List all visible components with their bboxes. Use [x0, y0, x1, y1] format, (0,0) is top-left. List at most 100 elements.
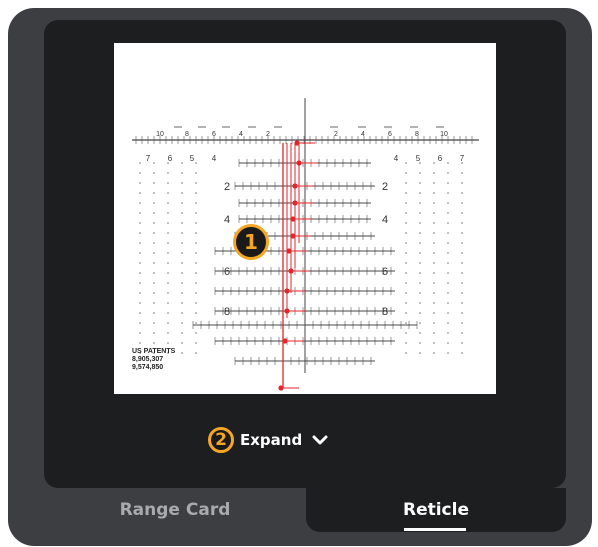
grid-dot [139, 262, 141, 264]
grid-dot [195, 332, 197, 334]
top-left-number: 6 [212, 131, 216, 138]
grid-dot [447, 252, 449, 254]
patent-line: US PATENTS [132, 348, 176, 355]
grid-dot [419, 292, 421, 294]
grid-dot [461, 322, 463, 324]
grid-dot [167, 332, 169, 334]
left-number: 5 [190, 154, 195, 163]
grid-dot [419, 272, 421, 274]
grid-dot [167, 172, 169, 174]
grid-dot [433, 272, 435, 274]
grid-dot [181, 252, 183, 254]
grid-dot [405, 182, 407, 184]
grid-dot [419, 332, 421, 334]
grid-dot [167, 232, 169, 234]
grid-dot [447, 272, 449, 274]
grid-dot [461, 162, 463, 164]
grid-dot [139, 272, 141, 274]
grid-dot [447, 352, 449, 354]
grid-dot [167, 162, 169, 164]
grid-dot [447, 182, 449, 184]
grid-dot [447, 342, 449, 344]
grid-dot [461, 252, 463, 254]
grid-dot [461, 352, 463, 354]
grid-dot [405, 232, 407, 234]
grid-dot [419, 182, 421, 184]
grid-dot [139, 302, 141, 304]
reticle-image: 10 8 6 4 2 2 4 6 8 10 7 6 5 4 4 5 6 7 2 2 4 4 6 6 8 8 [114, 43, 496, 394]
grid-dot [139, 322, 141, 324]
top-right-number: 2 [334, 131, 338, 138]
grid-dot [153, 322, 155, 324]
top-right-number: 6 [388, 131, 392, 138]
grid-dot [139, 202, 141, 204]
chevron-down-icon [312, 431, 328, 450]
grid-dot [433, 292, 435, 294]
grid-dot [139, 292, 141, 294]
grid-dot [447, 212, 449, 214]
grid-dot [153, 172, 155, 174]
grid-dot [405, 172, 407, 174]
grid-dot [447, 282, 449, 284]
grid-dot [461, 212, 463, 214]
right-number: 4 [394, 154, 399, 163]
grid-dot [139, 212, 141, 214]
grid-dot [419, 302, 421, 304]
grid-dot [181, 232, 183, 234]
grid-dot [195, 342, 197, 344]
grid-dot [181, 342, 183, 344]
grid-dot [181, 302, 183, 304]
grid-dot [167, 302, 169, 304]
grid-dot [153, 192, 155, 194]
grid-dot [181, 352, 183, 354]
grid-dot [139, 192, 141, 194]
side-label-left: 2 [224, 181, 230, 193]
grid-dot [195, 282, 197, 284]
grid-dot [167, 292, 169, 294]
grid-dot [433, 302, 435, 304]
tab-range-card[interactable]: Range Card [44, 488, 306, 532]
top-right-number: 10 [440, 131, 448, 138]
grid-dot [405, 282, 407, 284]
grid-dot [461, 302, 463, 304]
grid-dot [195, 242, 197, 244]
grid-dot [461, 242, 463, 244]
grid-dot [433, 202, 435, 204]
grid-dot [181, 182, 183, 184]
grid-dot [195, 322, 197, 324]
left-number: 4 [212, 154, 217, 163]
grid-dot [195, 162, 197, 164]
grid-dot [167, 342, 169, 344]
grid-dot [153, 162, 155, 164]
grid-dot [433, 212, 435, 214]
grid-dot [195, 252, 197, 254]
grid-dot [139, 172, 141, 174]
grid-dot [167, 182, 169, 184]
grid-dot [405, 262, 407, 264]
grid-dot [153, 302, 155, 304]
grid-dot [195, 292, 197, 294]
grid-dot [419, 242, 421, 244]
grid-dot [461, 282, 463, 284]
grid-dot [405, 162, 407, 164]
grid-dot [405, 342, 407, 344]
grid-dot [139, 162, 141, 164]
grid-dot [419, 202, 421, 204]
grid-dot [419, 252, 421, 254]
grid-dot [461, 192, 463, 194]
grid-dot [139, 332, 141, 334]
expand-button[interactable]: 2 Expand [208, 424, 328, 456]
grid-dot [433, 332, 435, 334]
grid-dot [405, 302, 407, 304]
grid-dot [405, 322, 407, 324]
grid-dot [447, 192, 449, 194]
grid-dot [405, 332, 407, 334]
tab-reticle[interactable]: Reticle [306, 488, 566, 532]
grid-dot [195, 232, 197, 234]
grid-dot [447, 202, 449, 204]
grid-dot [419, 192, 421, 194]
grid-dot [153, 232, 155, 234]
grid-dot [167, 202, 169, 204]
grid-dot [167, 322, 169, 324]
grid-dot [139, 282, 141, 284]
